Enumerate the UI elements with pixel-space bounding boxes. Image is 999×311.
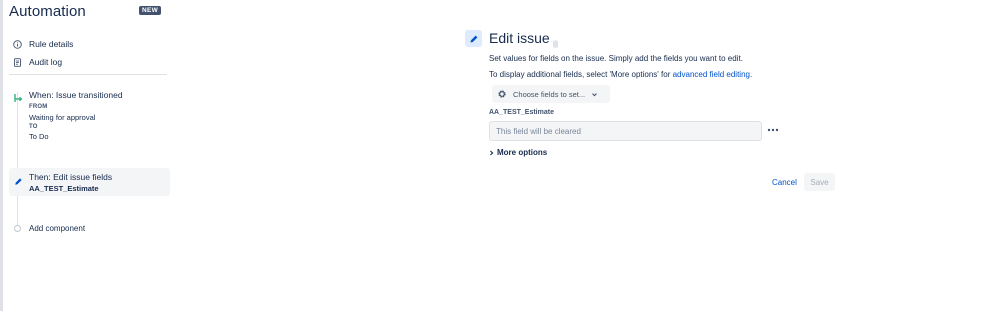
document-icon — [13, 57, 22, 67]
description-line-1: Set values for fields on the issue. Simp… — [489, 54, 743, 63]
action-component-selected[interactable]: Then: Edit issue fields AA_TEST_Estimate — [9, 168, 170, 196]
timeline-connector — [17, 92, 18, 227]
chevron-down-icon — [591, 91, 598, 98]
trash-icon[interactable] — [552, 35, 559, 48]
edit-issue-icon — [465, 30, 482, 47]
pencil-icon — [14, 173, 23, 185]
nav-audit-log[interactable]: Audit log — [13, 57, 62, 67]
nav-rule-details-label: Rule details — [29, 39, 74, 49]
add-component-link[interactable]: Add component — [29, 224, 85, 233]
description-line-2-text: To display additional fields, select 'Mo… — [489, 70, 673, 79]
trigger-from-value: Waiting for approval — [29, 113, 96, 122]
description-line-2-suffix: . — [749, 70, 753, 79]
more-options-label: More options — [497, 148, 548, 157]
sidebar: Automation NEW Rule details Audit log Wh… — [3, 0, 170, 311]
transition-icon — [13, 90, 23, 102]
nav-rule-details[interactable]: Rule details — [13, 39, 73, 49]
edit-issue-panel: Edit issue Set values for fields on the … — [463, 0, 843, 311]
page-title: Edit issue — [489, 30, 550, 46]
estimate-field-input[interactable] — [489, 121, 762, 141]
action-subtitle: AA_TEST_Estimate — [29, 184, 99, 193]
nav-audit-log-label: Audit log — [29, 57, 63, 67]
description-line-2: To display additional fields, select 'Mo… — [489, 70, 752, 79]
save-button[interactable]: Save — [804, 173, 835, 191]
choose-fields-button[interactable]: Choose fields to set... — [492, 85, 610, 103]
more-options-toggle[interactable]: More options — [489, 148, 547, 157]
add-component-dot — [14, 225, 21, 232]
app-title: Automation — [9, 3, 86, 20]
gear-icon — [497, 89, 507, 99]
chevron-right-icon — [489, 150, 494, 156]
trigger-from-label: FROM — [29, 104, 48, 110]
field-more-actions-icon[interactable] — [766, 123, 780, 137]
trigger-title: When: Issue transitioned — [29, 90, 123, 100]
trigger-to-value: To Do — [29, 132, 49, 141]
sidebar-divider — [9, 74, 167, 75]
action-title: Then: Edit issue fields — [29, 172, 113, 182]
info-icon — [13, 39, 22, 49]
new-badge: NEW — [139, 6, 162, 15]
choose-fields-label: Choose fields to set... — [513, 89, 586, 99]
trigger-to-label: TO — [29, 124, 38, 130]
cancel-button[interactable]: Cancel — [768, 173, 801, 191]
estimate-field-label: AA_TEST_Estimate — [489, 109, 554, 116]
advanced-field-editing-link[interactable]: advanced field editing — [673, 70, 750, 79]
